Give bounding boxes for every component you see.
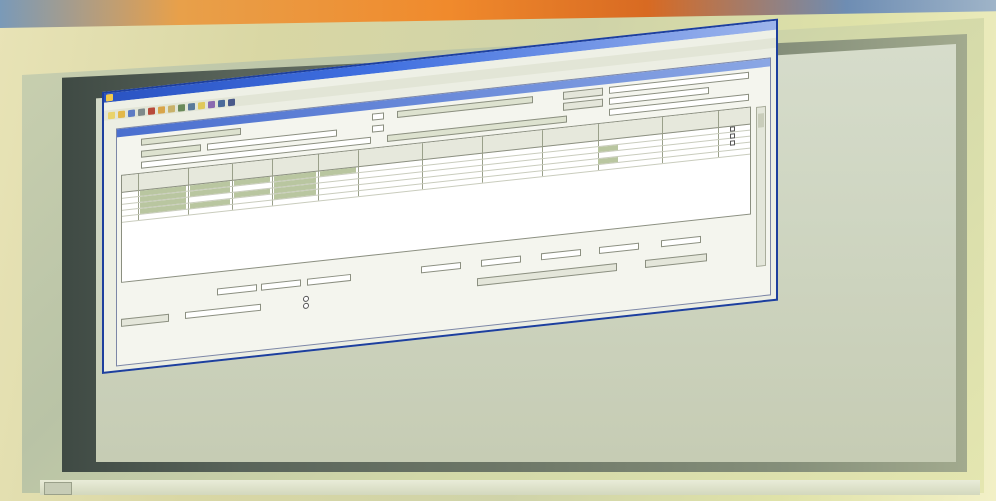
redo-icon[interactable]: [188, 102, 195, 111]
row-checkbox[interactable]: [730, 140, 735, 146]
undo-icon[interactable]: [178, 103, 185, 112]
sort-icon[interactable]: [218, 99, 225, 107]
total-field[interactable]: [217, 284, 257, 296]
row-checkbox[interactable]: [730, 133, 735, 139]
scrollbar-thumb[interactable]: [758, 113, 764, 128]
radio-option[interactable]: [303, 302, 309, 310]
reference-field[interactable]: [372, 124, 384, 133]
start-button[interactable]: [44, 482, 72, 495]
option-field[interactable]: [185, 303, 261, 319]
option-button[interactable]: [563, 87, 603, 100]
close-button[interactable]: [645, 253, 707, 269]
paste-icon[interactable]: [168, 104, 175, 113]
open-icon[interactable]: [118, 110, 125, 118]
filter-icon[interactable]: [208, 100, 215, 108]
total-field[interactable]: [261, 279, 301, 291]
left-action-button[interactable]: [121, 313, 169, 327]
radio-option[interactable]: [303, 295, 309, 303]
find-icon[interactable]: [198, 101, 205, 110]
total-field[interactable]: [421, 262, 461, 274]
help-icon[interactable]: [228, 98, 235, 106]
save-icon[interactable]: [128, 108, 135, 117]
cut-icon[interactable]: [148, 106, 155, 115]
new-icon[interactable]: [108, 111, 115, 119]
total-field[interactable]: [481, 255, 521, 267]
app-icon: [106, 93, 113, 102]
date-button[interactable]: [563, 98, 603, 111]
taskbar: [40, 480, 980, 495]
total-field[interactable]: [599, 242, 639, 255]
code-field[interactable]: [372, 112, 384, 121]
row-checkbox[interactable]: [730, 126, 735, 132]
total-field[interactable]: [307, 273, 351, 286]
copy-icon[interactable]: [158, 105, 165, 114]
print-icon[interactable]: [138, 107, 145, 116]
total-field[interactable]: [541, 248, 581, 261]
background-banner: [0, 0, 996, 28]
total-field[interactable]: [661, 235, 701, 248]
table-scrollbar[interactable]: [756, 105, 766, 267]
